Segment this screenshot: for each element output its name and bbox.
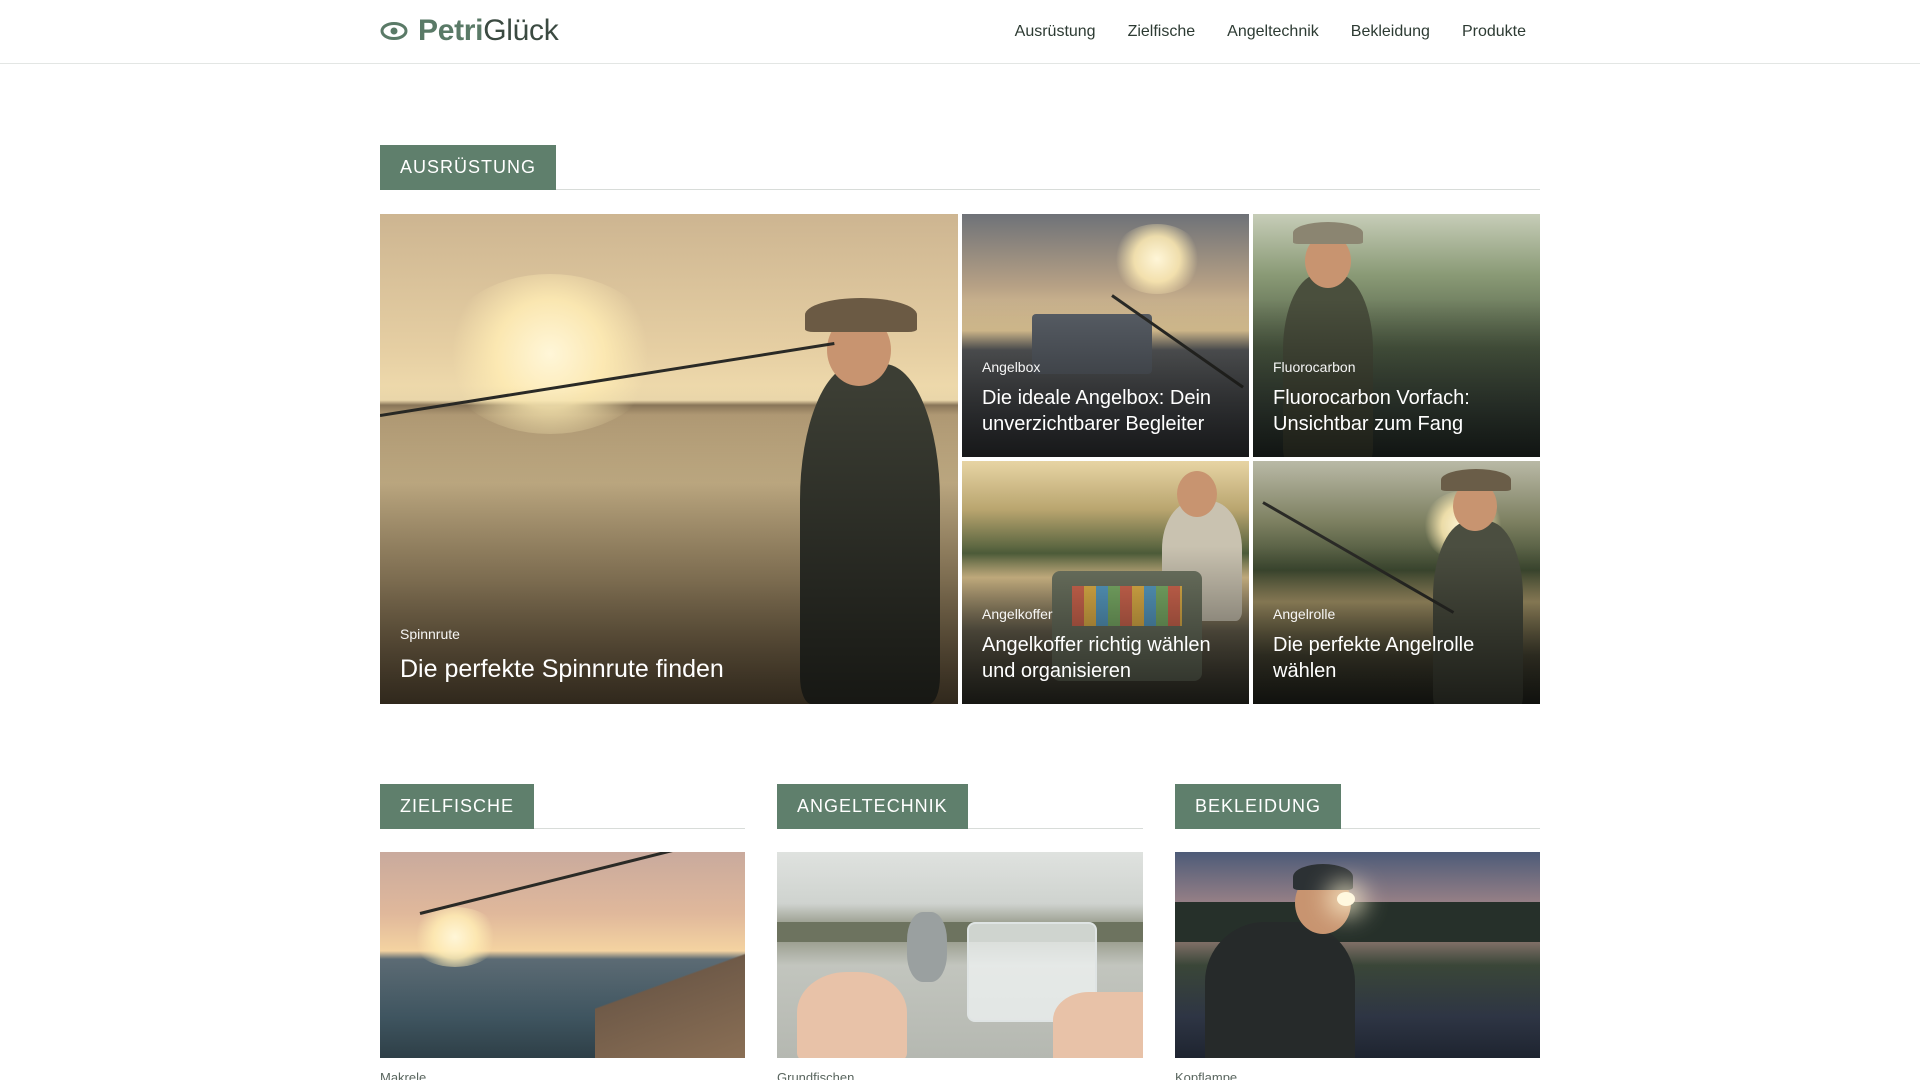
eye-logo-icon xyxy=(380,22,408,40)
site-header: PetriGlück Ausrüstung Zielfische Angelte… xyxy=(0,0,1920,64)
logo-text-regular: Glück xyxy=(483,14,559,47)
article-card-makrele[interactable] xyxy=(380,852,745,1058)
article-tag[interactable]: Spinnrute xyxy=(400,626,942,642)
article-image xyxy=(1175,852,1540,1058)
featured-article-caption: Spinnrute Die perfekte Spinnrute finden xyxy=(400,626,942,684)
article-tag[interactable]: Angelbox xyxy=(982,359,1233,375)
nav-item-angeltechnik[interactable]: Angeltechnik xyxy=(1227,23,1319,41)
featured-article-card[interactable]: Spinnrute Die perfekte Spinnrute finden xyxy=(380,214,958,704)
article-tag[interactable]: Angelrolle xyxy=(1273,606,1524,622)
article-title[interactable]: Angelkoffer richtig wählen und organisie… xyxy=(982,632,1233,684)
nav-item-bekleidung[interactable]: Bekleidung xyxy=(1351,23,1430,41)
article-tag[interactable]: Fluorocarbon xyxy=(1273,359,1524,375)
nav-item-zielfische[interactable]: Zielfische xyxy=(1128,23,1196,41)
article-tag[interactable]: Grundfischen xyxy=(777,1070,854,1080)
article-card-angelbox[interactable]: Angelbox Die ideale Angelbox: Dein unver… xyxy=(962,214,1249,457)
article-tag[interactable]: Kopflampe xyxy=(1175,1070,1237,1080)
section-label-angeltechnik[interactable]: ANGELTECHNIK xyxy=(777,784,968,829)
section-heading-ausruestung: AUSRÜSTUNG xyxy=(380,145,1540,190)
section-label-bekleidung[interactable]: BEKLEIDUNG xyxy=(1175,784,1342,829)
nav-item-ausruestung[interactable]: Ausrüstung xyxy=(1015,23,1096,41)
article-title[interactable]: Fluorocarbon Vorfach: Unsichtbar zum Fan… xyxy=(1273,385,1524,437)
section-label-zielfische[interactable]: ZIELFISCHE xyxy=(380,784,535,829)
nav-item-produkte[interactable]: Produkte xyxy=(1462,23,1526,41)
article-card-angelrolle[interactable]: Angelrolle Die perfekte Angelrolle wähle… xyxy=(1253,461,1540,704)
article-tag[interactable]: Angelkoffer xyxy=(982,606,1233,622)
article-card-fluorocarbon[interactable]: Fluorocarbon Fluorocarbon Vorfach: Unsic… xyxy=(1253,214,1540,457)
logo-text-bold: Petri xyxy=(418,14,484,47)
article-card-grundfischen[interactable] xyxy=(777,852,1143,1058)
logo-text: PetriGlück xyxy=(418,12,559,50)
article-tag[interactable]: Makrele xyxy=(380,1070,426,1080)
article-title[interactable]: Die perfekte Spinnrute finden xyxy=(400,654,942,684)
site-logo[interactable]: PetriGlück xyxy=(380,12,559,50)
article-title[interactable]: Die ideale Angelbox: Dein unverzichtbare… xyxy=(982,385,1233,437)
main-nav: Ausrüstung Zielfische Angeltechnik Bekle… xyxy=(1015,0,1526,64)
article-image xyxy=(380,852,745,1058)
section-heading-zielfische: ZIELFISCHE xyxy=(380,784,745,829)
section-heading-angeltechnik: ANGELTECHNIK xyxy=(777,784,1143,829)
section-heading-bekleidung: BEKLEIDUNG xyxy=(1175,784,1540,829)
article-card-kopflampe[interactable] xyxy=(1175,852,1540,1058)
article-image xyxy=(777,852,1143,1058)
article-card-angelkoffer[interactable]: Angelkoffer Angelkoffer richtig wählen u… xyxy=(962,461,1249,704)
section-label-ausruestung[interactable]: AUSRÜSTUNG xyxy=(380,145,557,190)
article-title[interactable]: Die perfekte Angelrolle wählen xyxy=(1273,632,1524,684)
